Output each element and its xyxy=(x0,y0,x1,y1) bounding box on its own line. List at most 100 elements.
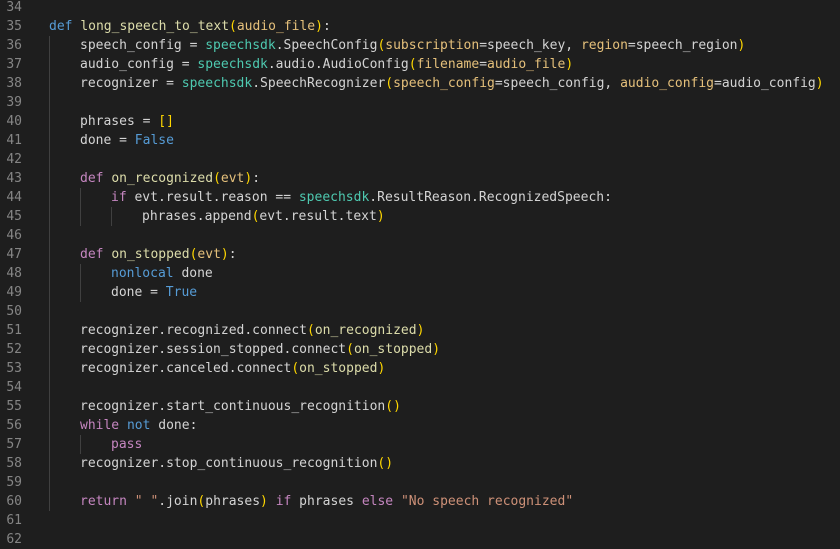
code-token: ( xyxy=(346,342,354,357)
code-token: def xyxy=(49,19,73,34)
code-line[interactable]: 51 recognizer.recognized.connect(on_recog… xyxy=(0,321,840,340)
code-line[interactable]: 44 if evt.result.reason == speechsdk.Resu… xyxy=(0,188,840,207)
code-line[interactable]: 62 xyxy=(0,530,840,549)
code-line[interactable]: 41 done = False xyxy=(0,131,840,150)
code-token: on_recognized xyxy=(314,323,417,338)
code-line[interactable]: 56 while not done: xyxy=(0,416,840,435)
code-line[interactable]: 39 xyxy=(0,93,840,112)
code-text: recognizer.session_stopped.connect(on_st… xyxy=(80,340,440,359)
code-line[interactable]: 38 recognizer = speechsdk.SpeechRecognize… xyxy=(0,74,840,93)
code-token: = xyxy=(142,285,166,300)
line-number: 44 xyxy=(6,190,22,205)
code-token: pass xyxy=(111,437,143,452)
code-token: : xyxy=(228,247,237,262)
line-number: 43 xyxy=(6,171,22,186)
code-token: done xyxy=(111,285,143,300)
code-line[interactable]: 47 def on_stopped(evt): xyxy=(0,245,840,264)
code-line[interactable]: 54 xyxy=(0,378,840,397)
code-token: .join xyxy=(158,494,198,509)
line-number: 56 xyxy=(6,418,22,433)
code-token: False xyxy=(134,133,174,148)
code-line[interactable]: 55 recognizer.start_continuous_recognitio… xyxy=(0,397,840,416)
code-token: .ResultReason.RecognizedSpeech: xyxy=(369,190,612,205)
code-line[interactable]: 37 audio_config = speechsdk.audio.AudioCo… xyxy=(0,55,840,74)
code-token: phrases xyxy=(205,494,261,509)
code-line[interactable]: 46 xyxy=(0,226,840,245)
code-token: ) xyxy=(377,361,386,376)
code-token: () xyxy=(385,399,401,414)
code-line[interactable]: 49 done = True xyxy=(0,283,840,302)
code-token: .SpeechConfig xyxy=(275,38,378,53)
line-number: 36 xyxy=(6,38,22,53)
code-token: evt xyxy=(220,171,245,186)
code-token: recognizer.session_stopped.connect xyxy=(80,342,347,357)
code-line[interactable]: 57 pass xyxy=(0,435,840,454)
code-token: True xyxy=(165,285,198,300)
code-line[interactable]: 34 xyxy=(0,0,840,17)
code-token: evt xyxy=(197,247,221,262)
line-number: 48 xyxy=(6,266,22,281)
code-token: done: xyxy=(150,418,198,433)
code-line[interactable]: 53 recognizer.canceled.connect(on_stopped… xyxy=(0,359,840,378)
code-text: done = False xyxy=(80,131,174,150)
code-line[interactable]: 60 return " ".join(phrases) if phrases el… xyxy=(0,492,840,511)
code-text: recognizer.stop_continuous_recognition() xyxy=(80,454,393,473)
code-token: [] xyxy=(158,114,174,129)
code-token: ( xyxy=(385,76,394,91)
code-token: def xyxy=(80,171,104,186)
code-token: phrases.append xyxy=(142,209,252,224)
code-token: on_stopped xyxy=(299,361,378,376)
code-token: speechsdk xyxy=(181,76,253,91)
code-line[interactable]: 61 xyxy=(0,511,840,530)
code-line[interactable]: 36 speech_config = speechsdk.SpeechConfig… xyxy=(0,36,840,55)
code-line[interactable]: 58 recognizer.stop_continuous_recognition… xyxy=(0,454,840,473)
code-line[interactable]: 59 xyxy=(0,473,840,492)
code-token: = xyxy=(181,38,206,53)
code-token: on_recognized xyxy=(111,171,214,186)
code-token: =speech_key, xyxy=(479,38,581,53)
line-number: 58 xyxy=(6,456,22,471)
line-number: 35 xyxy=(6,19,22,34)
code-token: = xyxy=(158,76,182,91)
line-number: 46 xyxy=(6,228,22,243)
line-number: 37 xyxy=(6,57,22,72)
code-token: ( xyxy=(408,57,417,72)
code-token: speech_config xyxy=(393,76,495,91)
code-token: = xyxy=(479,57,488,72)
code-token: return xyxy=(80,494,127,509)
code-token: ( xyxy=(306,323,315,338)
code-token: recognizer.stop_continuous_recognition xyxy=(80,456,378,471)
line-number: 54 xyxy=(6,380,22,395)
code-line[interactable]: 50 xyxy=(0,302,840,321)
code-line[interactable]: 43 def on_recognized(evt): xyxy=(0,169,840,188)
code-token: filename xyxy=(416,57,480,72)
line-number: 42 xyxy=(6,152,22,167)
code-token: audio_file xyxy=(236,19,316,34)
line-number: 45 xyxy=(6,209,22,224)
code-token: =speech_region xyxy=(627,38,738,53)
line-number: 47 xyxy=(6,247,22,262)
code-text: return " ".join(phrases) if phrases else… xyxy=(80,492,573,511)
code-token: speechsdk xyxy=(197,57,268,72)
code-token: ( xyxy=(291,361,300,376)
code-line[interactable]: 52 recognizer.session_stopped.connect(on_… xyxy=(0,340,840,359)
code-token: ) xyxy=(815,76,824,91)
code-text: pass xyxy=(111,435,142,454)
code-text: recognizer.canceled.connect(on_stopped) xyxy=(80,359,385,378)
code-text: recognizer.recognized.connect(on_recogni… xyxy=(80,321,424,340)
code-token: long_speech_to_text xyxy=(80,19,230,34)
code-text: if evt.result.reason == speechsdk.Result… xyxy=(111,188,612,207)
code-line[interactable]: 35 def long_speech_to_text(audio_file): xyxy=(0,17,840,36)
code-editor[interactable]: 34 35 def long_speech_to_text(audio_file):… xyxy=(0,0,840,549)
code-line[interactable]: 45 phrases.append(evt.result.text) xyxy=(0,207,840,226)
code-line[interactable]: 42 xyxy=(0,150,840,169)
code-text: def long_speech_to_text(audio_file): xyxy=(49,17,331,36)
code-line[interactable]: 48 nonlocal done xyxy=(0,264,840,283)
code-token: .SpeechRecognizer xyxy=(252,76,386,91)
code-line[interactable]: 40 phrases = [] xyxy=(0,112,840,131)
code-token: phrases xyxy=(80,114,135,129)
code-text: def on_recognized(evt): xyxy=(80,169,260,188)
